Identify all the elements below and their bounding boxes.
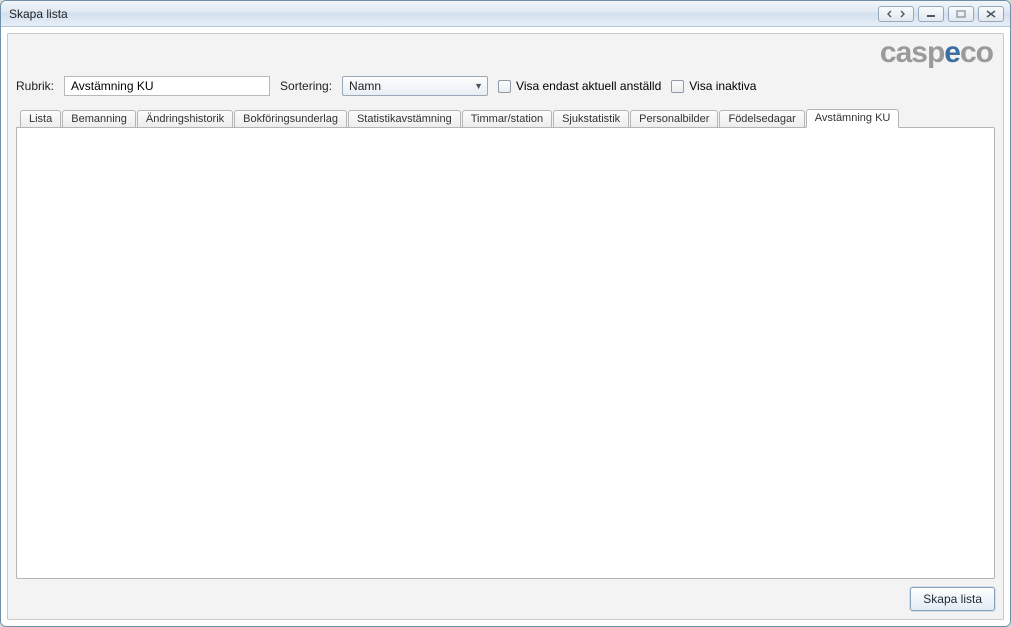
window-title: Skapa lista: [9, 7, 878, 21]
controls-row: Rubrik: Sortering: Namn ▼ Visa endast ak…: [16, 76, 995, 96]
tab-timmar-station[interactable]: Timmar/station: [462, 110, 552, 128]
tab-bokf-ringsunderlag[interactable]: Bokföringsunderlag: [234, 110, 347, 128]
tab-content: [16, 127, 995, 579]
inner-panel: caspeco Rubrik: Sortering: Namn ▼ Visa e…: [7, 33, 1004, 620]
double-arrow-icon: [887, 10, 905, 18]
tab-avst-mning-ku[interactable]: Avstämning KU: [806, 109, 900, 128]
tab-personalbilder[interactable]: Personalbilder: [630, 110, 718, 128]
client-area: caspeco Rubrik: Sortering: Namn ▼ Visa e…: [1, 27, 1010, 626]
tab-statistikavst-mning[interactable]: Statistikavstämning: [348, 110, 461, 128]
rubrik-input[interactable]: [64, 76, 270, 96]
maximize-icon: [956, 10, 966, 18]
close-icon: [986, 10, 996, 18]
create-list-button[interactable]: Skapa lista: [910, 587, 995, 611]
brand-logo: caspeco: [880, 38, 993, 68]
checkbox-visa-aktuell[interactable]: Visa endast aktuell anställd: [498, 79, 661, 93]
footer-row: Skapa lista: [16, 579, 995, 611]
minimize-button[interactable]: [918, 6, 944, 22]
sortering-label: Sortering:: [280, 79, 332, 93]
tab-f-delsedagar[interactable]: Födelsedagar: [719, 110, 804, 128]
tab-strip: ListaBemanningÄndringshistorikBokförings…: [16, 108, 995, 127]
sortering-selected-text: Namn: [349, 79, 381, 93]
checkbox-visa-aktuell-label: Visa endast aktuell anställd: [516, 79, 661, 93]
titlebar-extra-button[interactable]: [878, 6, 914, 22]
rubrik-label: Rubrik:: [16, 79, 54, 93]
checkbox-visa-inaktiva[interactable]: Visa inaktiva: [671, 79, 756, 93]
logo-row: caspeco: [16, 38, 995, 68]
maximize-button[interactable]: [948, 6, 974, 22]
checkbox-icon: [671, 80, 684, 93]
tab-bemanning[interactable]: Bemanning: [62, 110, 136, 128]
checkbox-visa-inaktiva-label: Visa inaktiva: [689, 79, 756, 93]
close-button[interactable]: [978, 6, 1004, 22]
checkbox-icon: [498, 80, 511, 93]
window-frame: Skapa lista: [0, 0, 1011, 627]
tab--ndringshistorik[interactable]: Ändringshistorik: [137, 110, 233, 128]
minimize-icon: [926, 10, 936, 18]
chevron-down-icon: ▼: [474, 81, 483, 91]
tab-lista[interactable]: Lista: [20, 110, 61, 128]
titlebar-buttons: [878, 6, 1004, 22]
titlebar: Skapa lista: [1, 1, 1010, 27]
tab-sjukstatistik[interactable]: Sjukstatistik: [553, 110, 629, 128]
sortering-dropdown[interactable]: Namn ▼: [342, 76, 488, 96]
